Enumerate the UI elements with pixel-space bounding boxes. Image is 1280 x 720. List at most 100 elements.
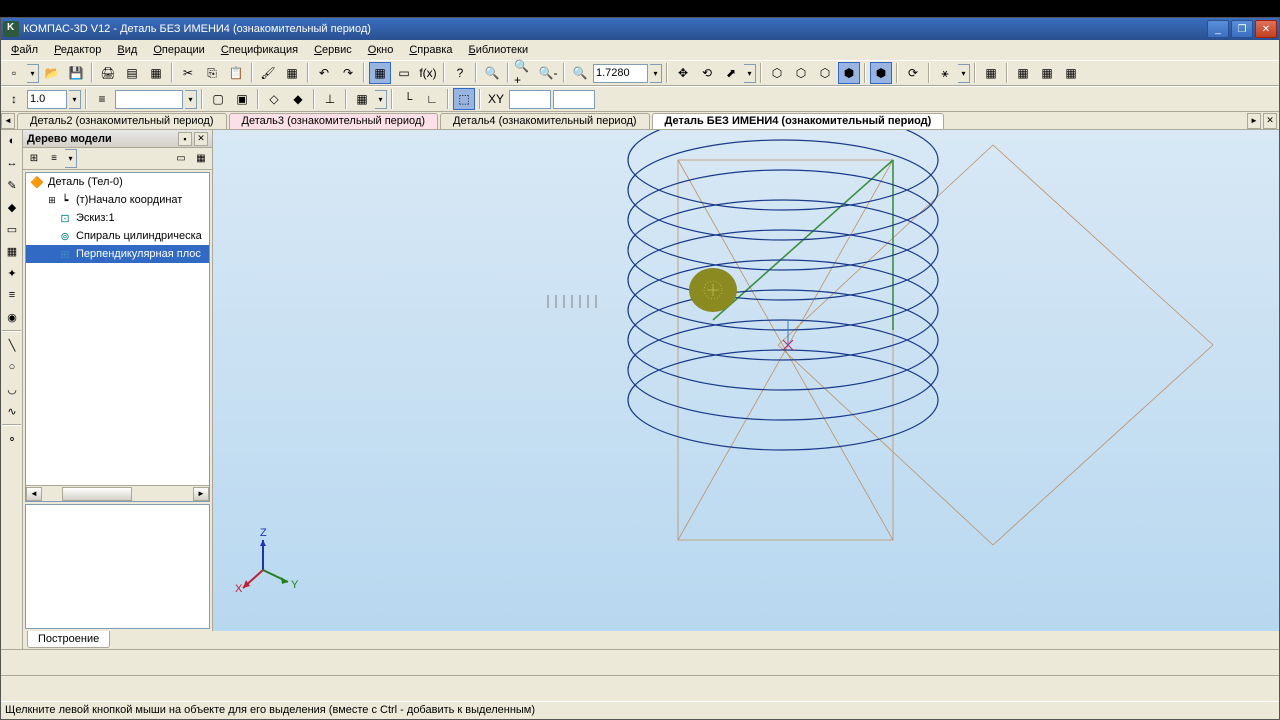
tree-content[interactable]: 🔶 Деталь (Тел-0) ⊞ ┕ (т)Начало координат (25, 172, 210, 502)
tree-tb-dropdown[interactable]: ▾ (65, 149, 77, 168)
vtb-measure-icon[interactable]: ▦ (2, 241, 22, 261)
tab-scroll-left[interactable]: ◄ (1, 113, 15, 129)
properties2-icon[interactable]: ▦ (281, 62, 303, 84)
line-width-dropdown[interactable]: ▾ (69, 90, 81, 109)
tree-scrollbar[interactable]: ◄ ► (26, 485, 209, 501)
menu-service[interactable]: Сервис (306, 42, 360, 58)
close-button[interactable]: ✕ (1255, 20, 1277, 38)
maximize-button[interactable]: ❐ (1231, 20, 1253, 38)
doc-tab[interactable]: Деталь3 (ознакомительный период) (229, 113, 439, 129)
vtb-text-icon[interactable]: ✎ (2, 175, 22, 195)
line-width-input[interactable] (27, 90, 67, 109)
help-icon[interactable]: ? (449, 62, 471, 84)
properties-icon[interactable]: ▦ (145, 62, 167, 84)
menu-libs[interactable]: Библиотеки (461, 42, 537, 58)
zoom-fit-icon[interactable]: 🔍 (569, 62, 591, 84)
tree-pin-icon[interactable]: ▪ (178, 132, 192, 146)
redo-icon[interactable]: ↷ (337, 62, 359, 84)
zoom-dropdown[interactable]: ▾ (650, 64, 662, 83)
tree-root[interactable]: 🔶 Деталь (Тел-0) (26, 173, 209, 191)
tree-tb1-icon[interactable]: ⊞ (25, 150, 43, 168)
tree-close-icon[interactable]: ✕ (194, 132, 208, 146)
pan-icon[interactable]: ✥ (672, 62, 694, 84)
orient-dropdown[interactable]: ▾ (744, 64, 756, 83)
tree-item[interactable]: ⊡ Эскиз:1 (26, 209, 209, 227)
shade-icon[interactable]: ⬢ (838, 62, 860, 84)
hidden-icon[interactable]: ⬡ (814, 62, 836, 84)
vtb-select-icon[interactable]: ✦ (2, 263, 22, 283)
vtb-param-icon[interactable]: ▭ (2, 219, 22, 239)
new-dropdown[interactable]: ▾ (27, 64, 39, 83)
scroll-right-icon[interactable]: ► (193, 487, 209, 501)
ortho-icon[interactable]: └ (397, 88, 419, 110)
paste-icon[interactable]: 📋 (225, 62, 247, 84)
zoom-input[interactable] (593, 64, 648, 83)
layer-input[interactable] (115, 90, 183, 109)
iso-icon[interactable]: ⬡ (766, 62, 788, 84)
render-icon[interactable]: ▦ (980, 62, 1002, 84)
sketch-icon[interactable]: ⬚ (453, 88, 475, 110)
x-input[interactable] (509, 90, 551, 109)
save-icon[interactable]: 💾 (65, 62, 87, 84)
zoom-area-icon[interactable]: 🔍 (481, 62, 503, 84)
tree-item-selected[interactable]: ⊞ Перпендикулярная плос (26, 245, 209, 263)
tree-item[interactable]: ⊞ ┕ (т)Начало координат (26, 191, 209, 209)
copy-icon[interactable]: ⎘ (201, 62, 223, 84)
snap4-icon[interactable]: ◆ (287, 88, 309, 110)
viewport-3d[interactable]: Z X Y (213, 130, 1279, 631)
vtb-aux-icon[interactable]: ⚬ (2, 429, 22, 449)
layer-dropdown[interactable]: ▾ (185, 90, 197, 109)
vtb-arc-icon[interactable]: ◡ (2, 379, 22, 399)
grid-icon[interactable]: ⊥ (319, 88, 341, 110)
vtb-report-icon[interactable]: ◉ (2, 307, 22, 327)
expander-icon[interactable]: ⊞ (46, 195, 58, 206)
panel-icon[interactable]: ▭ (393, 62, 415, 84)
fx-icon[interactable]: f(x) (417, 62, 439, 84)
refresh-icon[interactable]: ⟳ (902, 62, 924, 84)
grid2-icon[interactable]: ▦ (351, 88, 373, 110)
zoom-in-icon[interactable]: 🔍+ (513, 62, 535, 84)
lib1-icon[interactable]: ▦ (1012, 62, 1034, 84)
new-icon[interactable]: ▫ (3, 62, 25, 84)
vtb-circle-icon[interactable]: ○ (2, 357, 22, 377)
measure-dropdown[interactable]: ▾ (958, 64, 970, 83)
doc-tab[interactable]: Деталь2 (ознакомительный период) (17, 113, 227, 129)
tab-close[interactable]: ✕ (1263, 113, 1277, 129)
snap1-icon[interactable]: ▢ (207, 88, 229, 110)
scroll-left-icon[interactable]: ◄ (26, 487, 42, 501)
minimize-button[interactable]: _ (1207, 20, 1229, 38)
orient-icon[interactable]: ⬈ (720, 62, 742, 84)
doc-tab[interactable]: Деталь4 (ознакомительный период) (440, 113, 650, 129)
vtb-spline-icon[interactable]: ∿ (2, 401, 22, 421)
open-icon[interactable]: 📂 (41, 62, 63, 84)
line-style-icon[interactable]: ↕ (3, 88, 25, 110)
vtb-dimensions-icon[interactable]: ↔ (2, 153, 22, 173)
doc-tab-active[interactable]: Деталь БЕЗ ИМЕНИ4 (ознакомительный перио… (652, 113, 945, 129)
y-input[interactable] (553, 90, 595, 109)
lib3-icon[interactable]: ▦ (1060, 62, 1082, 84)
menu-spec[interactable]: Спецификация (213, 42, 306, 58)
vtb-spec-icon[interactable]: ≡ (2, 285, 22, 305)
tree-toggle-icon[interactable]: ▦ (369, 62, 391, 84)
persp-icon[interactable]: ⬢ (870, 62, 892, 84)
vtb-geometry-icon[interactable]: ◐ (2, 131, 22, 151)
lib2-icon[interactable]: ▦ (1036, 62, 1058, 84)
snap2-icon[interactable]: ▣ (231, 88, 253, 110)
menu-operations[interactable]: Операции (145, 42, 212, 58)
menu-edit[interactable]: Редактор (46, 42, 109, 58)
preview-icon[interactable]: ▤ (121, 62, 143, 84)
coord-icon[interactable]: XY (485, 88, 507, 110)
rotate-icon[interactable]: ⟲ (696, 62, 718, 84)
wire-icon[interactable]: ⬡ (790, 62, 812, 84)
menu-help[interactable]: Справка (401, 42, 460, 58)
menu-view[interactable]: Вид (109, 42, 145, 58)
scroll-thumb[interactable] (62, 487, 132, 501)
cut-icon[interactable]: ✂ (177, 62, 199, 84)
menu-file[interactable]: Файл (3, 42, 46, 58)
snap3-icon[interactable]: ◇ (263, 88, 285, 110)
polar-icon[interactable]: ∟ (421, 88, 443, 110)
tree-tb3-icon[interactable]: ▭ (172, 150, 190, 168)
brush-icon[interactable]: 🖌 (257, 62, 279, 84)
undo-icon[interactable]: ↶ (313, 62, 335, 84)
bottom-tab-build[interactable]: Построение (27, 631, 110, 648)
